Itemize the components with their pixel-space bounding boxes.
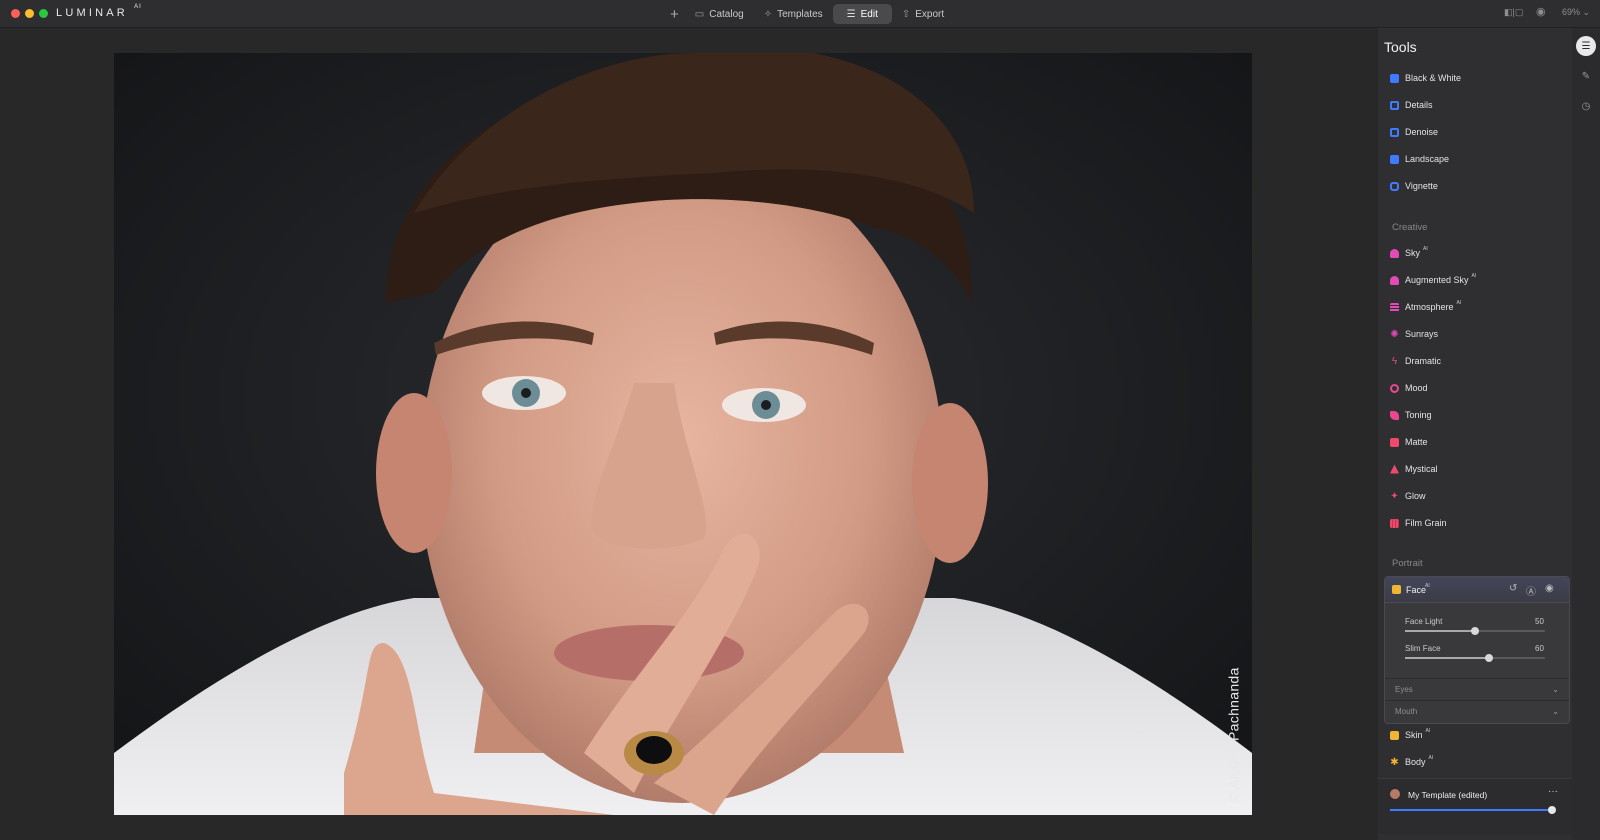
canvas-area: © Aiyush Pachnanda	[0, 28, 1378, 840]
tool-film-grain[interactable]: Film Grain	[1390, 516, 1447, 530]
template-thumbnail	[1390, 789, 1400, 799]
reset-icon[interactable]: ↺	[1509, 583, 1517, 594]
folder-icon: ▭	[694, 8, 705, 20]
photo-watermark: © Aiyush Pachnanda	[1226, 667, 1242, 803]
nav-catalog[interactable]: ▭ Catalog	[685, 4, 754, 24]
compare-icon[interactable]: ◧|▢	[1504, 7, 1523, 18]
nav-edit[interactable]: ☰ Edit	[832, 4, 892, 24]
tools-sliders-icon[interactable]: ☰	[1576, 36, 1596, 56]
mode-strip: ☰ ✎ ◷	[1572, 28, 1600, 840]
history-clock-icon[interactable]: ◷	[1576, 96, 1596, 116]
zoom-window-button[interactable]	[39, 9, 48, 18]
section-creative: Creative	[1392, 222, 1428, 233]
black-white-icon	[1390, 73, 1399, 83]
chevron-down-icon: ⌄	[1552, 707, 1559, 716]
tool-sunrays[interactable]: ✺ Sunrays	[1390, 327, 1438, 341]
title-bar: LUMINAR AI + ▭ Catalog ✧ Templates ☰ Edi…	[0, 0, 1600, 28]
tool-sky[interactable]: Sky AI	[1390, 246, 1428, 260]
template-amount-fill	[1390, 809, 1552, 811]
face-light-slider[interactable]	[1405, 627, 1545, 635]
zoom-dropdown[interactable]: 69% ⌄	[1562, 7, 1590, 18]
tool-mystical[interactable]: Mystical	[1390, 462, 1438, 476]
sun-icon: ✺	[1390, 328, 1399, 340]
brush-icon[interactable]: ✎	[1576, 66, 1596, 86]
tool-mood[interactable]: Mood	[1390, 381, 1428, 395]
sparkle-icon: ✧	[763, 8, 773, 20]
glow-icon: ✦	[1390, 490, 1399, 502]
cloud-icon	[1390, 248, 1399, 258]
face-light-value: 50	[1535, 617, 1544, 626]
tools-panel: Tools Black & White Details Denoise Land…	[1378, 28, 1572, 840]
matte-icon	[1390, 437, 1399, 447]
template-bar: My Template (edited) ···	[1378, 778, 1572, 834]
toning-icon	[1390, 410, 1399, 420]
tool-atmosphere[interactable]: Atmosphere AI	[1390, 300, 1461, 314]
tool-glow[interactable]: ✦ Glow	[1390, 489, 1425, 503]
tool-augmented-sky[interactable]: Augmented Sky AI	[1390, 273, 1476, 287]
auto-adjust-icon[interactable]: Ⓐ	[1526, 583, 1536, 598]
face-icon	[1392, 585, 1401, 594]
tool-landscape[interactable]: Landscape	[1390, 152, 1449, 166]
tool-dramatic[interactable]: ϟ Dramatic	[1390, 354, 1441, 368]
add-photos-button[interactable]: +	[670, 6, 679, 23]
template-amount-slider[interactable]	[1390, 806, 1556, 814]
film-grain-icon	[1390, 518, 1399, 528]
close-window-button[interactable]	[11, 9, 20, 18]
mouth-section[interactable]: Mouth ⌄	[1385, 700, 1569, 722]
template-amount-handle[interactable]	[1548, 806, 1556, 814]
vignette-icon	[1390, 181, 1399, 191]
face-light-label: Face Light	[1405, 617, 1443, 626]
slim-face-label: Slim Face	[1405, 644, 1441, 653]
tool-vignette[interactable]: Vignette	[1390, 179, 1438, 193]
slim-face-value: 60	[1535, 644, 1544, 653]
landscape-icon	[1390, 154, 1399, 164]
tool-skin[interactable]: Skin AI	[1390, 728, 1430, 742]
face-tool-card: Face AI ↺ Ⓐ ◉ Face Light 50 Slim Face 60…	[1384, 576, 1570, 724]
mood-icon	[1390, 383, 1399, 393]
tool-body[interactable]: ✱ Body AI	[1390, 755, 1433, 769]
skin-icon	[1390, 730, 1399, 740]
body-icon: ✱	[1390, 756, 1399, 768]
tool-black-white[interactable]: Black & White	[1390, 71, 1461, 85]
mystical-icon	[1390, 464, 1399, 474]
tools-title: Tools	[1384, 39, 1417, 55]
eyes-section[interactable]: Eyes ⌄	[1385, 678, 1569, 700]
augmented-sky-icon	[1390, 275, 1399, 285]
tool-toning[interactable]: Toning	[1390, 408, 1432, 422]
app-logo: LUMINAR AI	[56, 4, 142, 19]
chevron-down-icon: ⌄	[1552, 685, 1559, 694]
photo-canvas[interactable]: © Aiyush Pachnanda	[114, 53, 1252, 815]
tool-matte[interactable]: Matte	[1390, 435, 1428, 449]
face-tool-header[interactable]: Face AI ↺ Ⓐ ◉	[1385, 577, 1569, 603]
portrait-photo	[114, 53, 1252, 815]
more-options-icon[interactable]: ···	[1548, 786, 1558, 797]
slim-face-slider[interactable]	[1405, 654, 1545, 662]
top-nav: + ▭ Catalog ✧ Templates ☰ Edit ⇧ Export	[670, 4, 954, 24]
template-name: My Template (edited)	[1408, 790, 1488, 800]
share-icon: ⇧	[901, 8, 911, 20]
denoise-icon	[1390, 127, 1399, 137]
section-portrait: Portrait	[1392, 558, 1423, 569]
slim-face-fill	[1405, 657, 1489, 659]
nav-templates[interactable]: ✧ Templates	[754, 4, 833, 24]
slim-face-handle[interactable]	[1485, 654, 1493, 662]
nav-export[interactable]: ⇧ Export	[892, 4, 954, 24]
lightning-icon: ϟ	[1391, 355, 1398, 367]
sliders-icon: ☰	[846, 8, 856, 20]
minimize-window-button[interactable]	[25, 9, 34, 18]
face-light-fill	[1405, 630, 1475, 632]
atmosphere-icon	[1390, 302, 1399, 312]
details-icon	[1390, 100, 1399, 110]
visibility-eye-icon[interactable]: ◉	[1545, 583, 1554, 594]
face-light-handle[interactable]	[1471, 627, 1479, 635]
tool-denoise[interactable]: Denoise	[1390, 125, 1438, 139]
tool-details[interactable]: Details	[1390, 98, 1433, 112]
preview-eye-icon[interactable]: ◉	[1536, 5, 1546, 18]
